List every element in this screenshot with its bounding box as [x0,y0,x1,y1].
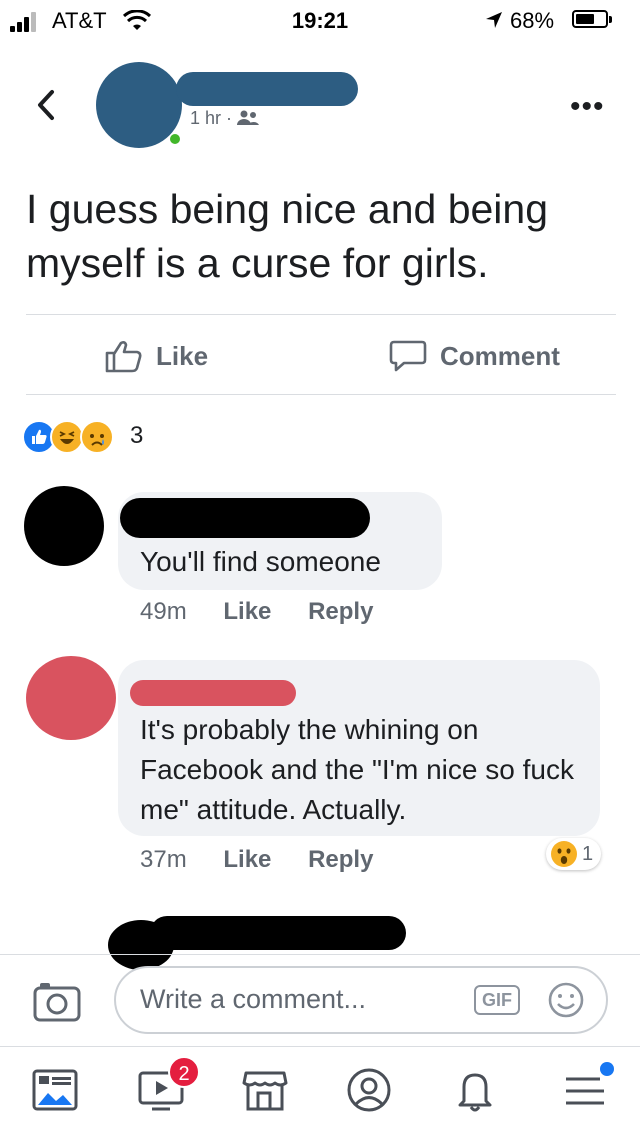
like-button[interactable]: Like [104,338,208,374]
tab-bar [0,1046,640,1136]
gif-icon[interactable]: GIF [474,985,520,1015]
reaction-count: 3 [130,422,144,449]
online-indicator [170,134,180,144]
divider [26,314,616,315]
marketplace-icon[interactable] [240,1065,290,1115]
comment-reply-link[interactable]: Reply [308,846,373,873]
comment-text: You'll find someone [140,546,381,577]
friends-privacy-icon [237,110,260,125]
back-icon[interactable] [32,88,60,122]
commenter-name-redaction [130,680,296,706]
commenter-avatar[interactable] [24,486,104,566]
comment-label: Comment [440,340,560,371]
post-text: I guess being nice and being myself is a… [26,186,549,286]
post-timestamp: 1 hr · [190,108,260,129]
comment-meta: 49m Like Reply [140,598,373,626]
comment-reaction-count: 1 [582,842,594,865]
comment-like-link[interactable]: Like [223,846,271,873]
location-icon [486,12,502,28]
haha-reaction-icon [50,420,84,454]
divider [0,954,640,955]
comment-button[interactable]: Comment [388,338,560,374]
divider [26,394,616,395]
comment-time: 49m [140,598,187,625]
poster-avatar[interactable] [96,62,182,148]
notifications-icon[interactable] [450,1065,500,1115]
commenter-avatar[interactable] [26,656,116,740]
wow-reaction-icon [551,841,577,867]
battery-icon [572,10,612,28]
comment-meta: 37m Like Reply [140,846,373,874]
status-bar: AT&T 19:21 68% [0,0,640,40]
camera-icon[interactable] [32,980,82,1024]
comment-text: It's probably the whining on Facebook an… [140,714,574,825]
watch-badge: 2 [168,1056,200,1088]
poster-name-redaction [176,72,358,106]
commenter-name-redaction [150,916,406,950]
news-feed-icon[interactable] [30,1065,80,1115]
comment-reaction-badge[interactable]: 1 [546,838,602,870]
battery-percent: 68% [510,8,555,33]
more-icon[interactable]: ••• [570,90,605,124]
like-icon [105,341,142,373]
like-label: Like [156,340,209,371]
sad-reaction-icon [80,420,114,454]
emoji-icon[interactable] [546,980,586,1020]
comment-like-link[interactable]: Like [223,598,271,625]
menu-notification-dot [600,1062,614,1076]
comment-input-placeholder: Write a comment... [140,984,367,1014]
comment-time: 37m [140,846,187,873]
comment-input[interactable]: Write a comment... GIF [114,966,608,1034]
comment-icon [389,340,427,372]
commenter-name-redaction [120,498,370,538]
comment-reply-link[interactable]: Reply [308,598,373,625]
profile-icon[interactable] [344,1065,394,1115]
